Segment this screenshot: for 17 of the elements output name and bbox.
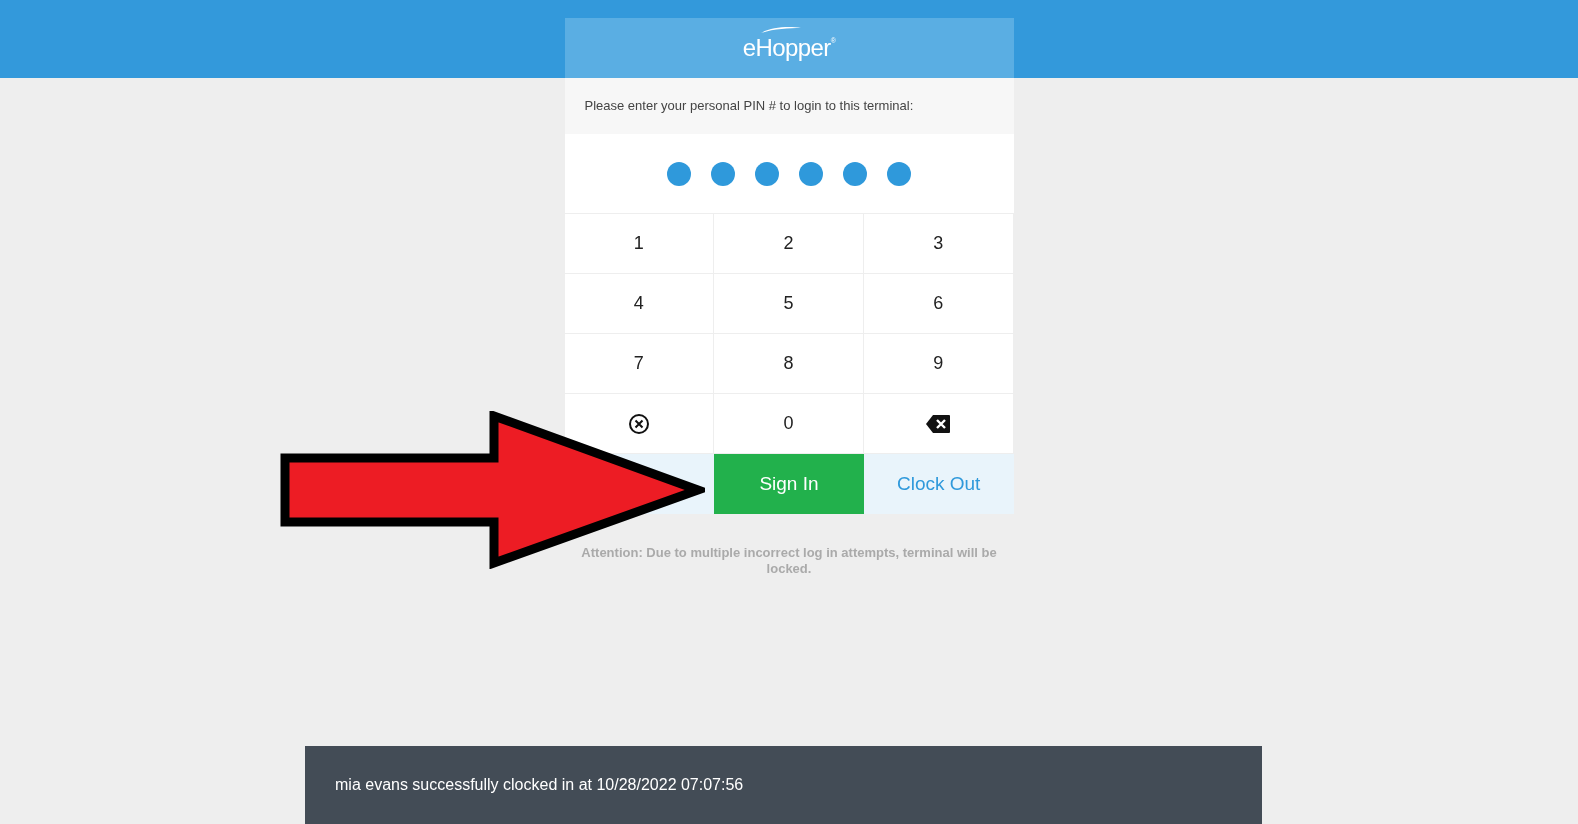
pin-prompt: Please enter your personal PIN # to login to this terminal:	[584, 97, 914, 116]
keypad-key[interactable]: 6	[863, 274, 1014, 334]
keypad-key[interactable]: 4	[564, 274, 715, 334]
toast-message: mia evans successfully clocked in at 10/28/2022 07:07:56	[335, 775, 744, 795]
backspace-icon	[926, 414, 951, 433]
clear-button[interactable]	[564, 394, 715, 454]
keypad-key[interactable]: 7	[564, 334, 715, 394]
keypad-key[interactable]: 8	[714, 334, 864, 394]
keypad-key[interactable]: 2	[714, 214, 864, 274]
backspace-button[interactable]	[863, 394, 1014, 454]
attention-note: Attention: Due to multiple incorrect log in attempts, terminal will be locked.	[580, 545, 998, 577]
keypad-key[interactable]: 3	[863, 214, 1014, 274]
keypad-key[interactable]: 0	[714, 394, 864, 454]
keypad-key[interactable]: 5	[714, 274, 864, 334]
keypad-key[interactable]: 9	[863, 334, 1014, 394]
clear-icon	[627, 412, 650, 435]
keypad-key[interactable]: 1	[564, 214, 715, 274]
